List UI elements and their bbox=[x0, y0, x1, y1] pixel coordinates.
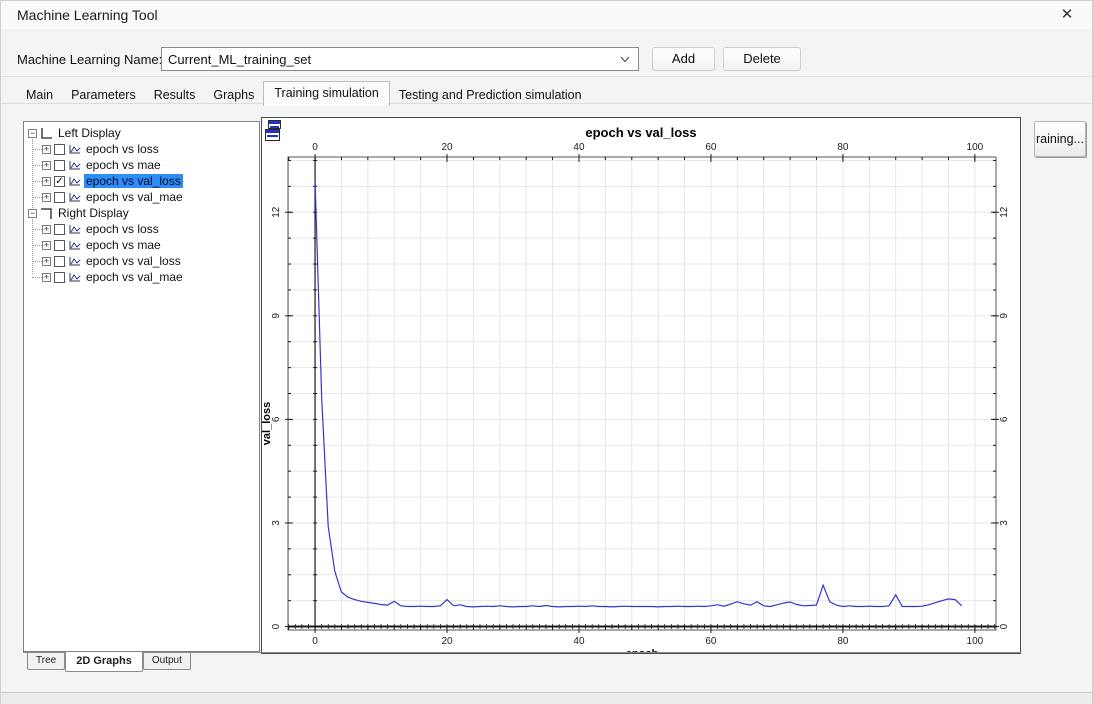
checkbox-checked[interactable]: ✓ bbox=[54, 175, 65, 187]
svg-text:6: 6 bbox=[999, 416, 1010, 422]
svg-text:9: 9 bbox=[271, 313, 282, 319]
chart-title: epoch vs val_loss bbox=[585, 125, 697, 140]
line-chart-icon bbox=[69, 224, 81, 233]
tree-group-left-display[interactable]: − Left Display bbox=[24, 125, 259, 141]
tree-group-right-display[interactable]: − Right Display bbox=[24, 205, 259, 221]
tree-item-label[interactable]: epoch vs val_loss bbox=[84, 174, 183, 188]
svg-text:80: 80 bbox=[837, 636, 849, 647]
svg-text:12: 12 bbox=[999, 206, 1010, 218]
tree-item-right-display-epoch-vs-val-loss[interactable]: + epoch vs val_loss bbox=[24, 253, 259, 269]
tree-item-label[interactable]: epoch vs mae bbox=[84, 158, 163, 172]
window-bottom-area bbox=[1, 693, 1092, 704]
ml-name-combobox[interactable] bbox=[161, 47, 639, 71]
svg-text:9: 9 bbox=[999, 313, 1010, 319]
checkbox-unchecked[interactable] bbox=[54, 191, 65, 203]
tree-item-right-display-epoch-vs-loss[interactable]: + epoch vs loss bbox=[24, 221, 259, 237]
svg-text:0: 0 bbox=[271, 623, 282, 629]
line-chart-icon bbox=[69, 256, 81, 265]
line-chart-icon bbox=[69, 160, 81, 169]
tab-strip: Main Parameters Results Graphs Training simu… bbox=[17, 81, 591, 106]
tree-item-left-display-epoch-vs-val-mae[interactable]: + epoch vs val_mae bbox=[24, 189, 259, 205]
tree-item-left-display-epoch-vs-mae[interactable]: + epoch vs mae bbox=[24, 157, 259, 173]
line-chart-icon bbox=[69, 176, 81, 185]
bottom-tab-tree[interactable]: Tree bbox=[27, 653, 66, 670]
tree-group-label[interactable]: Left Display bbox=[56, 126, 123, 140]
tab-main[interactable]: Main bbox=[17, 85, 62, 106]
svg-text:40: 40 bbox=[573, 142, 585, 153]
svg-text:val_loss: val_loss bbox=[262, 402, 273, 445]
bottom-tab-2d-graphs[interactable]: 2D Graphs bbox=[65, 652, 143, 672]
checkbox-unchecked[interactable] bbox=[54, 159, 65, 171]
display-tree-panel: − Left Display + epoch vs loss + epoch vs mae… bbox=[23, 121, 260, 652]
bottom-tab-output[interactable]: Output bbox=[142, 653, 191, 670]
svg-text:40: 40 bbox=[573, 636, 585, 647]
bottom-tab-strip: Tree 2D Graphs Output bbox=[27, 652, 191, 674]
svg-text:3: 3 bbox=[999, 520, 1010, 526]
svg-text:80: 80 bbox=[837, 142, 849, 153]
checkbox-unchecked[interactable] bbox=[54, 143, 65, 155]
machine-learning-tool-window: Machine Learning Tool ✕ Machine Learning… bbox=[0, 0, 1093, 704]
tree-item-right-display-epoch-vs-val-mae[interactable]: + epoch vs val_mae bbox=[24, 269, 259, 285]
tree-item-label[interactable]: epoch vs loss bbox=[84, 142, 161, 156]
tree-connector-line bbox=[32, 136, 33, 274]
line-chart-icon bbox=[69, 240, 81, 249]
checkbox-unchecked[interactable] bbox=[54, 223, 65, 235]
expand-toggle-icon[interactable]: + bbox=[42, 176, 51, 186]
tree-item-label[interactable]: epoch vs val_loss bbox=[84, 254, 183, 268]
tree-group-label[interactable]: Right Display bbox=[56, 206, 131, 220]
tab-results[interactable]: Results bbox=[145, 85, 205, 106]
line-chart-icon bbox=[69, 272, 81, 281]
separator-line bbox=[1, 76, 1092, 77]
checkbox-unchecked[interactable] bbox=[54, 271, 65, 283]
title-bar: Machine Learning Tool ✕ bbox=[1, 1, 1092, 29]
ml-name-label: Machine Learning Name: bbox=[17, 52, 163, 67]
tab-graphs[interactable]: Graphs bbox=[204, 85, 263, 106]
close-icon[interactable]: ✕ bbox=[1056, 5, 1078, 25]
expand-toggle-icon[interactable]: + bbox=[42, 240, 51, 250]
add-button[interactable]: Add bbox=[652, 47, 715, 71]
expand-toggle-icon[interactable]: + bbox=[42, 160, 51, 170]
svg-text:60: 60 bbox=[705, 636, 717, 647]
tab-testing-and-prediction-simulation[interactable]: Testing and Prediction simulation bbox=[390, 85, 591, 106]
svg-text:0: 0 bbox=[312, 636, 318, 647]
svg-text:0: 0 bbox=[312, 142, 318, 153]
expand-toggle-icon[interactable]: + bbox=[42, 256, 51, 266]
svg-text:20: 20 bbox=[441, 636, 453, 647]
svg-text:3: 3 bbox=[271, 520, 282, 526]
tree-item-label[interactable]: epoch vs mae bbox=[84, 238, 163, 252]
window-title: Machine Learning Tool bbox=[17, 7, 158, 23]
checkbox-unchecked[interactable] bbox=[54, 239, 65, 251]
right-axes-icon bbox=[41, 207, 52, 219]
tree-item-label[interactable]: epoch vs loss bbox=[84, 222, 161, 236]
tab-training-simulation[interactable]: Training simulation bbox=[263, 81, 390, 106]
expand-toggle-icon[interactable]: + bbox=[42, 144, 51, 154]
delete-button[interactable]: Delete bbox=[723, 47, 801, 71]
svg-text:60: 60 bbox=[705, 142, 717, 153]
svg-text:20: 20 bbox=[441, 142, 453, 153]
svg-text:100: 100 bbox=[967, 142, 984, 153]
expand-toggle-icon[interactable]: + bbox=[42, 224, 51, 234]
tab-parameters[interactable]: Parameters bbox=[62, 85, 145, 106]
collapse-toggle-icon[interactable]: − bbox=[28, 128, 37, 138]
tree-item-label[interactable]: epoch vs val_mae bbox=[84, 190, 185, 204]
collapse-toggle-icon[interactable]: − bbox=[28, 208, 37, 218]
tree-item-right-display-epoch-vs-mae[interactable]: + epoch vs mae bbox=[24, 237, 259, 253]
graph-panel: epoch vs val_loss 0 0 20 20 40 40 60 60 80 80 100 1… bbox=[261, 117, 1021, 654]
expand-toggle-icon[interactable]: + bbox=[42, 272, 51, 282]
tree-item-label[interactable]: epoch vs val_mae bbox=[84, 270, 185, 284]
training-button-clipped[interactable]: raining... bbox=[1034, 121, 1086, 157]
svg-text:0: 0 bbox=[999, 623, 1010, 629]
training-plot: 002020404060608080100100003366991212epoc… bbox=[262, 142, 1010, 653]
line-chart-icon bbox=[69, 144, 81, 153]
val-loss-series-line bbox=[314, 181, 963, 608]
svg-text:12: 12 bbox=[271, 206, 282, 218]
svg-text:100: 100 bbox=[967, 636, 984, 647]
tree-item-left-display-epoch-vs-loss[interactable]: + epoch vs loss bbox=[24, 141, 259, 157]
line-chart-icon bbox=[69, 192, 81, 201]
expand-toggle-icon[interactable]: + bbox=[42, 192, 51, 202]
display-tree: − Left Display + epoch vs loss + epoch vs mae… bbox=[24, 122, 259, 285]
checkbox-unchecked[interactable] bbox=[54, 255, 65, 267]
tree-item-left-display-epoch-vs-val-loss[interactable]: + ✓ epoch vs val_loss bbox=[24, 173, 259, 189]
left-axes-icon bbox=[41, 127, 52, 139]
